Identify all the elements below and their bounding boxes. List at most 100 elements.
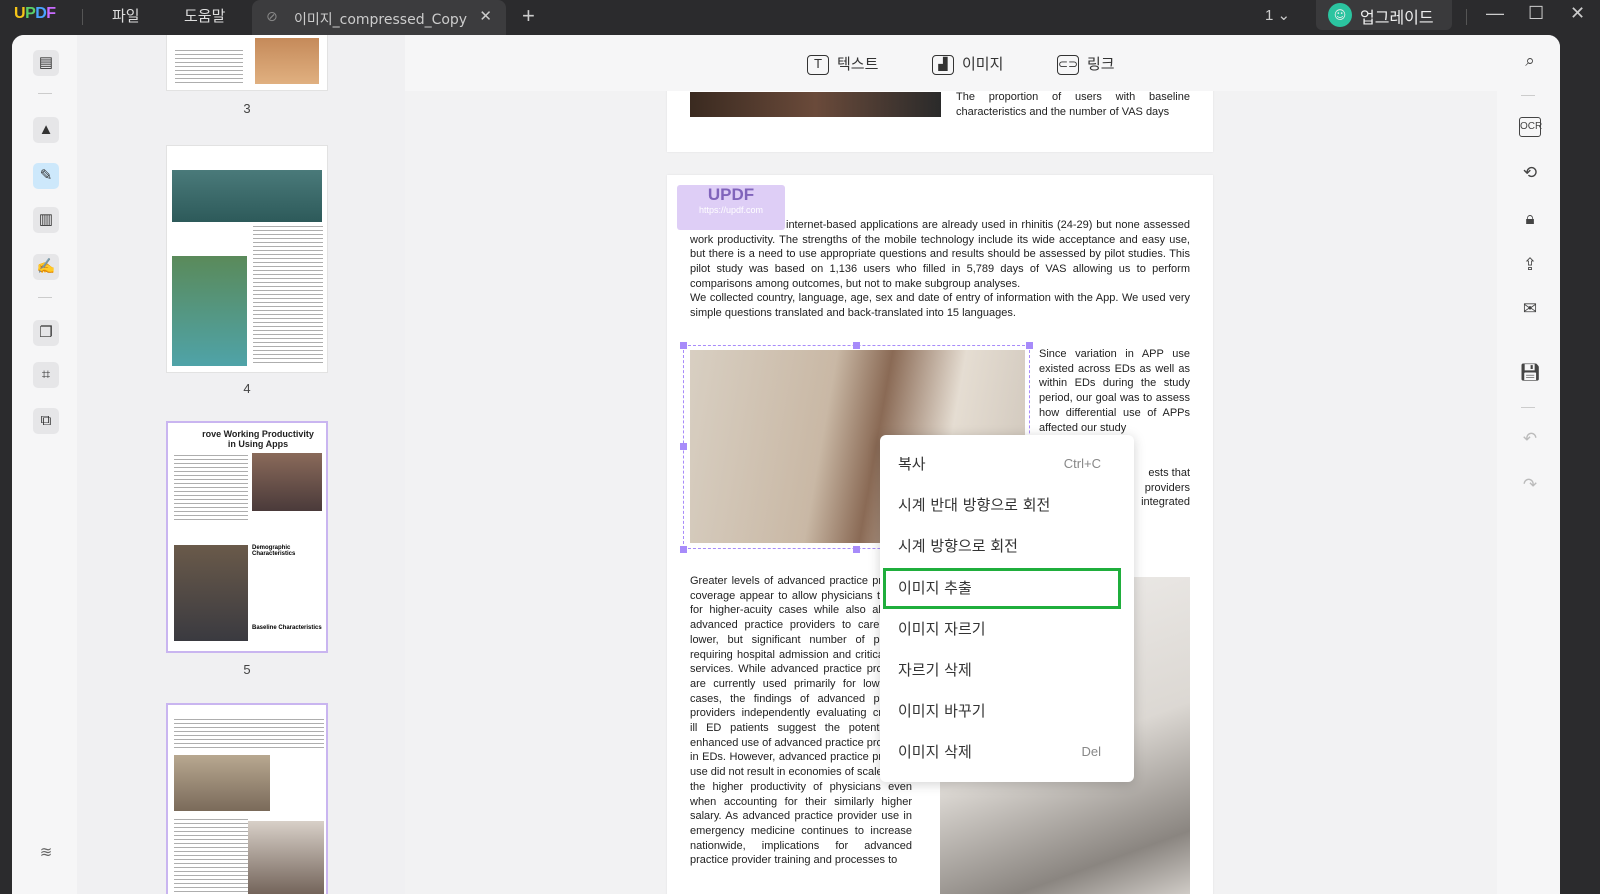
close-tab-icon[interactable]: ✕	[479, 7, 492, 25]
resize-handle[interactable]	[1026, 342, 1033, 349]
thumbnail-page-3[interactable]	[166, 35, 328, 91]
app-body: ▤ ▲ ✎ ▥ ✍ ❐ ⌗ ⧉ ≋ 3 4 rove Working Produ…	[12, 35, 1560, 894]
resize-handle[interactable]	[680, 546, 687, 553]
add-link-button[interactable]: ⊂⊃ 링크	[1057, 53, 1115, 75]
thumbnail-page-4[interactable]	[166, 145, 328, 373]
menu-item-copy[interactable]: 복사 Ctrl+C	[883, 444, 1121, 485]
edit-icon: ⊘	[266, 9, 278, 25]
upgrade-button[interactable]: ☺ 업그레이드	[1316, 0, 1452, 30]
divider	[82, 9, 83, 25]
convert-icon[interactable]: ⟲	[1519, 163, 1541, 183]
thumbnail-page-5[interactable]: rove Working Productivity in Using Apps …	[166, 421, 328, 653]
paragraph[interactable]: internet-based applications are already …	[690, 218, 1190, 292]
avatar: ☺	[1328, 3, 1352, 27]
paragraph[interactable]: Since variation in APP use existed acros…	[1039, 347, 1190, 435]
form-icon[interactable]: ▥	[33, 207, 59, 233]
share-icon[interactable]: ⇪	[1519, 255, 1541, 275]
menu-label: 이미지 삭제	[898, 743, 972, 761]
add-text-button[interactable]: T 텍스트	[807, 53, 878, 75]
divider	[38, 93, 52, 94]
title-bar: UPDF 파일 도움말 ⊘ 이미지_compressed_Copy ✕ + 1 …	[0, 0, 1600, 35]
text-label: 텍스트	[837, 55, 879, 73]
resize-handle[interactable]	[853, 342, 860, 349]
paragraph[interactable]: We collected country, language, age, sex…	[690, 291, 1190, 320]
page-number: 4	[243, 381, 251, 396]
thumbnail-panel: 3 4 rove Working Productivity in Using A…	[77, 35, 405, 894]
watermark-url: https://updf.com	[698, 205, 764, 215]
text-line: integrated	[1141, 496, 1190, 509]
email-icon[interactable]: ✉	[1519, 299, 1541, 319]
reader-icon[interactable]: ▤	[33, 50, 59, 76]
page-number: 3	[243, 101, 251, 116]
divider	[1466, 9, 1467, 25]
shortcut: Ctrl+C	[1063, 456, 1101, 471]
shortcut: Del	[1081, 744, 1101, 759]
new-tab-button[interactable]: +	[522, 3, 535, 29]
thumbnail-title: rove Working Productivity in Using Apps	[202, 429, 314, 449]
search-icon[interactable]: ⌕	[1519, 51, 1541, 71]
sign-icon[interactable]: ✍	[33, 254, 59, 280]
divider	[1521, 407, 1535, 408]
menu-item-rotate-ccw[interactable]: 시계 반대 방향으로 회전	[883, 485, 1121, 526]
thumbnail-heading: Baseline Characteristics	[252, 625, 322, 631]
organize-pages-icon[interactable]: ❐	[33, 320, 59, 346]
batch-icon[interactable]: ⧉	[33, 408, 59, 434]
menu-help[interactable]: 도움말	[184, 5, 225, 26]
minimize-button[interactable]: —	[1486, 3, 1504, 24]
link-label: 링크	[1087, 55, 1115, 73]
edit-pdf-icon[interactable]: ✎	[33, 163, 59, 189]
page-image[interactable]	[690, 92, 941, 117]
text-line: ests that	[1148, 467, 1190, 479]
menu-label: 이미지 추출	[898, 579, 972, 597]
redo-icon[interactable]: ↷	[1519, 475, 1541, 495]
image-caption: The proportion of users with baseline ch…	[956, 91, 1190, 118]
thumbnail-page-6[interactable]	[166, 703, 328, 894]
image-icon: ▟	[932, 54, 954, 75]
menu-label: 이미지 자르기	[898, 620, 986, 638]
context-menu: 복사 Ctrl+C 시계 반대 방향으로 회전 시계 방향으로 회전 이미지 추출…	[880, 435, 1134, 782]
comment-icon[interactable]: ▲	[33, 117, 59, 143]
upgrade-label: 업그레이드	[1360, 8, 1434, 27]
divider	[38, 297, 52, 298]
menu-item-rotate-cw[interactable]: 시계 방향으로 회전	[883, 526, 1121, 567]
add-image-button[interactable]: ▟ 이미지	[932, 53, 1003, 75]
resize-handle[interactable]	[853, 546, 860, 553]
right-toolbar: ⌕ OCR ⟲ 🔒︎ ⇪ ✉ 💾︎ ↶ ↷	[1497, 35, 1560, 894]
left-toolbar: ▤ ▲ ✎ ▥ ✍ ❐ ⌗ ⧉ ≋	[12, 35, 77, 894]
menu-label: 이미지 바꾸기	[898, 702, 986, 720]
menu-item-remove-crop[interactable]: 자르기 삭제	[883, 650, 1121, 691]
menu-item-extract-image[interactable]: 이미지 추출	[883, 568, 1121, 609]
undo-icon[interactable]: ↶	[1519, 429, 1541, 449]
menu-label: 자르기 삭제	[898, 661, 972, 679]
menu-label: 시계 반대 방향으로 회전	[898, 496, 1051, 514]
thumbnail-heading: Demographic Characteristics	[252, 545, 296, 557]
link-icon: ⊂⊃	[1057, 54, 1079, 75]
paragraph[interactable]: Greater levels of advanced practice prov…	[690, 574, 912, 868]
ocr-icon[interactable]: OCR	[1519, 117, 1542, 137]
page-selector[interactable]: 1 ⌄	[1265, 6, 1290, 24]
paragraph[interactable]: ests that providers integrated	[1127, 466, 1190, 510]
menu-label: 복사	[898, 455, 926, 473]
page-number: 1	[1265, 7, 1274, 24]
protect-icon[interactable]: 🔒︎	[1519, 209, 1541, 229]
menu-item-delete-image[interactable]: 이미지 삭제 Del	[883, 732, 1121, 773]
menu-item-replace-image[interactable]: 이미지 바꾸기	[883, 691, 1121, 732]
crop-icon[interactable]: ⌗	[33, 362, 59, 388]
edit-toolbar: T 텍스트 ▟ 이미지 ⊂⊃ 링크	[405, 35, 1497, 91]
tab-title: 이미지_compressed_Copy	[294, 12, 468, 28]
menu-item-crop-image[interactable]: 이미지 자르기	[883, 609, 1121, 650]
resize-handle[interactable]	[680, 443, 687, 450]
close-window-button[interactable]: ✕	[1570, 3, 1585, 24]
divider	[1521, 95, 1535, 96]
updf-logo: UPDF	[14, 5, 56, 22]
text-icon: T	[807, 54, 829, 75]
image-label: 이미지	[962, 55, 1004, 73]
text-line: providers	[1144, 481, 1190, 494]
menu-label: 시계 방향으로 회전	[898, 537, 1018, 555]
document-tab[interactable]: ⊘ 이미지_compressed_Copy ✕	[252, 0, 506, 35]
resize-handle[interactable]	[680, 342, 687, 349]
layers-icon[interactable]: ≋	[33, 840, 59, 866]
menu-file[interactable]: 파일	[112, 5, 140, 26]
maximize-button[interactable]: ☐	[1528, 3, 1544, 24]
save-icon[interactable]: 💾︎	[1519, 363, 1541, 383]
